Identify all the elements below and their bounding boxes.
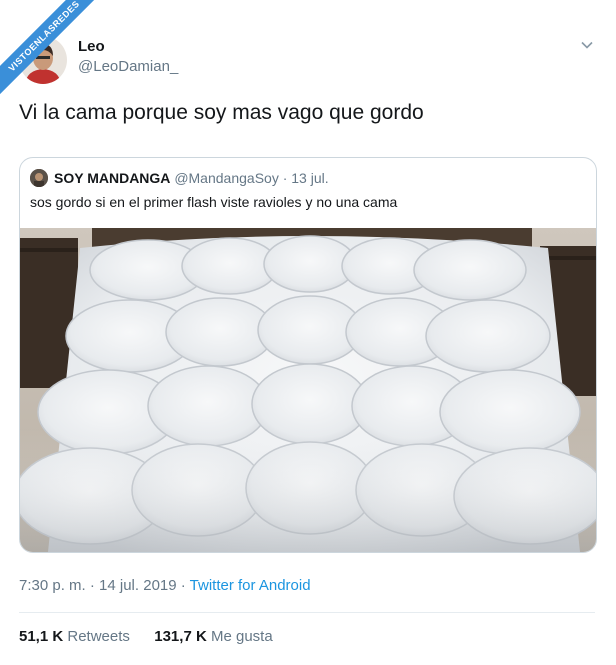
quoted-date: · 13 jul. bbox=[282, 170, 329, 186]
likes-label[interactable]: Me gusta bbox=[211, 628, 273, 645]
divider bbox=[19, 612, 595, 613]
watermark-text: VISTOENLASREDES bbox=[0, 0, 115, 107]
tweet-meta: 7:30 p. m. · 14 jul. 2019 · Twitter for … bbox=[19, 577, 311, 594]
likes-count[interactable]: 131,7 K bbox=[154, 628, 207, 645]
retweets-label[interactable]: Retweets bbox=[67, 628, 130, 645]
watermark-banner: VISTOENLASREDES bbox=[0, 0, 130, 130]
quoted-avatar bbox=[30, 169, 48, 187]
quoted-text: sos gordo si en el primer flash viste ra… bbox=[30, 194, 398, 210]
bed-photo[interactable] bbox=[20, 228, 596, 552]
tweet-stats: 51,1 K Retweets 131,7 K Me gusta bbox=[19, 628, 273, 645]
quoted-author-handle: @MandangaSoy bbox=[174, 170, 279, 186]
tweet-timestamp[interactable]: 7:30 p. m. · 14 jul. 2019 bbox=[19, 577, 177, 594]
tweet-source-link[interactable]: Twitter for Android bbox=[190, 577, 311, 594]
chevron-down-icon[interactable] bbox=[580, 38, 594, 52]
quoted-header: SOY MANDANGA @MandangaSoy · 13 jul. bbox=[54, 170, 329, 186]
meta-separator: · bbox=[176, 577, 190, 594]
quoted-tweet[interactable]: SOY MANDANGA @MandangaSoy · 13 jul. sos … bbox=[19, 157, 597, 553]
retweets-count[interactable]: 51,1 K bbox=[19, 628, 63, 645]
quoted-author-name: SOY MANDANGA bbox=[54, 170, 171, 186]
